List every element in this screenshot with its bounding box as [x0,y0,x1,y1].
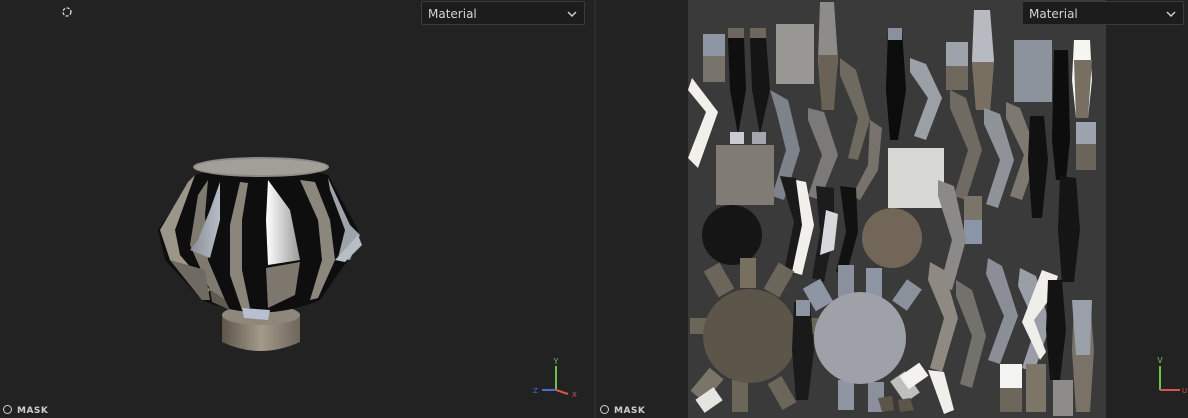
axis-y-label: Y [553,357,559,366]
mask-label-3d: MASK [17,406,49,416]
mask-label-2d: MASK [614,406,646,416]
viewport-2d[interactable]: Material V U MASK [596,0,1188,418]
axis-u-label: U [1182,387,1187,395]
frame-icon[interactable] [61,6,73,18]
mask-toggle-3d[interactable]: MASK [3,404,48,418]
viewport-3d[interactable]: Material Y X Z MASK [0,0,594,418]
axis-v-label: V [1157,356,1163,365]
channel-dropdown-2d[interactable]: Material [1022,1,1184,25]
uv-texture-canvas[interactable] [688,0,1106,418]
channel-dropdown-2d-value: Material [1029,7,1078,21]
mask-toggle-icon[interactable] [3,405,12,414]
mask-toggle-icon[interactable] [600,405,609,414]
chevron-down-icon [567,11,577,18]
axis-z-label: Z [533,387,538,395]
3d-model[interactable] [150,150,370,360]
channel-dropdown-3d-value: Material [428,7,477,21]
mask-toggle-2d[interactable]: MASK [600,404,645,418]
channel-dropdown-3d[interactable]: Material [421,1,585,25]
uv-axis-gizmo-icon: V U [1157,356,1187,395]
axis-gizmo-icon: Y X Z [533,357,577,399]
axis-x-label: X [572,391,577,399]
chevron-down-icon [1166,11,1176,18]
